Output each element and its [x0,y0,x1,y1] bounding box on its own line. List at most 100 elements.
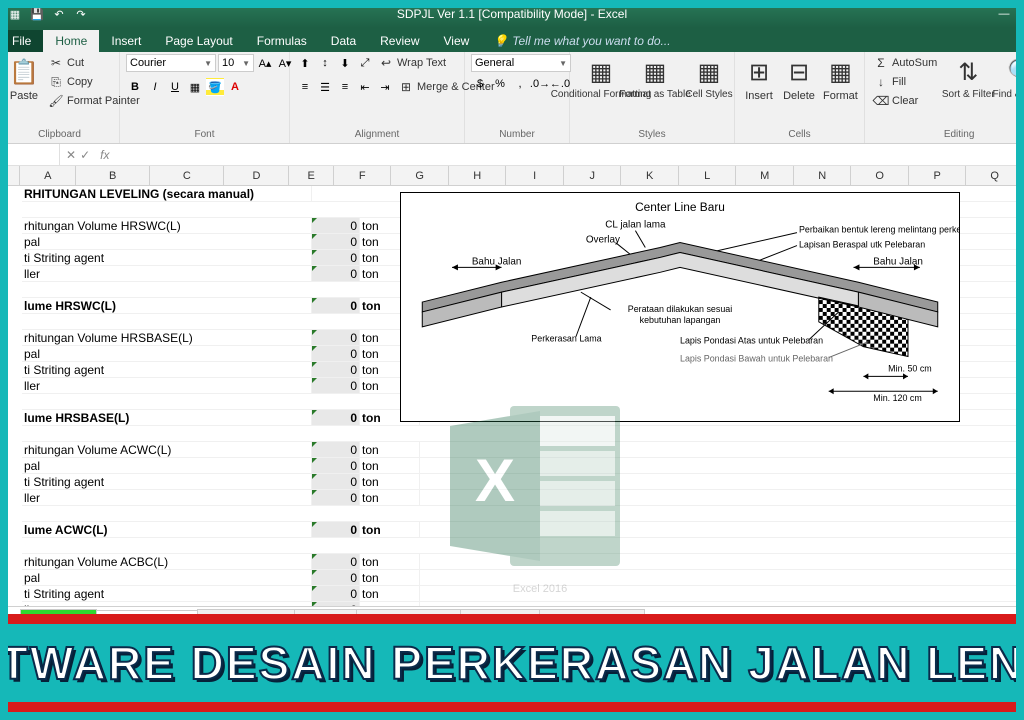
tab-review[interactable]: Review [368,30,431,52]
row-label[interactable]: ller [22,378,312,393]
indent-dec-button[interactable]: ⇤ [356,78,374,96]
percent-button[interactable]: % [491,75,509,93]
row-label[interactable]: ti Striting agent [22,586,312,601]
enter-formula-icon[interactable]: ✓ [80,148,90,162]
column-header[interactable]: K [621,166,679,185]
row-value[interactable]: 0 [312,378,360,393]
row-label[interactable]: RHITUNGAN LEVELING (secara manual) [22,186,312,201]
row-value[interactable]: 0 [312,458,360,473]
comma-button[interactable]: , [511,75,529,93]
column-header[interactable]: D [224,166,289,185]
grow-font-button[interactable]: A▴ [256,54,274,72]
select-all-corner[interactable] [0,166,20,185]
fill-button[interactable]: ↓Fill [871,73,939,91]
row-value[interactable]: 0 [312,570,360,585]
row-label[interactable]: lume HRSWC(L) [22,298,312,313]
format-cells-button[interactable]: ▦Format [821,54,860,104]
find-select-button[interactable]: 🔍Find & Select [997,54,1024,102]
row-unit[interactable]: ton [360,586,420,601]
row-value[interactable]: 0 [312,490,360,505]
fx-icon[interactable]: fx [96,148,113,162]
row-unit[interactable]: ton [360,458,420,473]
italic-button[interactable]: I [146,78,164,96]
font-size-select[interactable]: 10▼ [218,54,254,72]
autosum-button[interactable]: ΣAutoSum [871,54,939,72]
row-label[interactable]: ller [22,602,312,606]
row-value[interactable]: 0 [312,602,360,606]
name-box[interactable] [0,144,60,165]
row-value[interactable]: 0 [312,554,360,569]
column-header[interactable]: P [909,166,967,185]
delete-cells-button[interactable]: ⊟Delete [781,54,817,104]
tab-view[interactable]: View [432,30,482,52]
row-value[interactable]: 0 [312,442,360,457]
align-middle-button[interactable]: ↕ [316,54,334,72]
tab-home[interactable]: Home [43,30,99,52]
column-header[interactable]: Q [966,166,1024,185]
tell-me[interactable]: 💡Tell me what you want to do... [481,30,682,52]
row-label[interactable]: pal [22,234,312,249]
column-header[interactable]: H [449,166,507,185]
border-button[interactable]: ▦ [186,78,204,96]
indent-inc-button[interactable]: ⇥ [376,78,394,96]
row-label[interactable]: ti Striting agent [22,474,312,489]
orientation-button[interactable]: ⤢ [356,54,374,72]
minimize-button[interactable]: — [984,0,1024,28]
align-center-button[interactable]: ☰ [316,78,334,96]
column-header[interactable]: A [20,166,76,185]
column-header[interactable]: M [736,166,794,185]
row-unit[interactable]: ton [360,442,420,457]
row-label[interactable]: lume ACWC(L) [22,522,312,537]
row-label[interactable]: pal [22,570,312,585]
row-label[interactable]: ti Striting agent [22,362,312,377]
row-label[interactable]: ti Striting agent [22,250,312,265]
column-header[interactable]: E [289,166,334,185]
row-unit[interactable]: ton [360,570,420,585]
font-color-button[interactable]: A [226,78,244,96]
redo-icon[interactable]: ↷ [72,5,90,23]
row-label[interactable]: ller [22,490,312,505]
row-value[interactable]: 0 [312,410,360,425]
align-bottom-button[interactable]: ⬇ [336,54,354,72]
align-left-button[interactable]: ≡ [296,78,314,96]
align-top-button[interactable]: ⬆ [296,54,314,72]
format-as-table-button[interactable]: ▦Format as Table [630,54,680,102]
row-value[interactable]: 0 [312,346,360,361]
row-value[interactable]: 0 [312,586,360,601]
column-header[interactable]: J [564,166,622,185]
row-unit[interactable]: ton [360,522,420,537]
row-unit[interactable]: ton [360,490,420,505]
row-value[interactable]: 0 [312,474,360,489]
column-header[interactable]: O [851,166,909,185]
cancel-formula-icon[interactable]: ✕ [66,148,76,162]
row-value[interactable]: 0 [312,250,360,265]
tab-data[interactable]: Data [319,30,368,52]
fill-color-button[interactable]: 🪣 [206,78,224,96]
undo-icon[interactable]: ↶ [50,5,68,23]
row-value[interactable]: 0 [312,218,360,233]
row-value[interactable]: 0 [312,330,360,345]
row-value[interactable]: 0 [312,362,360,377]
row-unit[interactable]: ton [360,554,420,569]
sort-filter-button[interactable]: ⇅Sort & Filter [943,54,993,102]
row-label[interactable]: rhitungan Volume ACBC(L) [22,554,312,569]
row-label[interactable]: rhitungan Volume HRSWC(L) [22,218,312,233]
row-value[interactable]: 0 [312,522,360,537]
tab-page-layout[interactable]: Page Layout [153,30,244,52]
cell-styles-button[interactable]: ▦Cell Styles [684,54,734,102]
clear-button[interactable]: ⌫Clear [871,92,939,110]
spreadsheet-grid[interactable]: RHITUNGAN LEVELING (secara manual) rhitun… [0,186,1024,606]
row-label[interactable]: rhitungan Volume ACWC(L) [22,442,312,457]
wrap-text-button[interactable]: ↩Wrap Text [376,54,448,72]
number-format-select[interactable]: General▼ [471,54,571,72]
insert-cells-button[interactable]: ⊞Insert [741,54,777,104]
tab-insert[interactable]: Insert [99,30,153,52]
tab-formulas[interactable]: Formulas [245,30,319,52]
row-label[interactable]: ller [22,266,312,281]
row-label[interactable]: lume HRSBASE(L) [22,410,312,425]
paste-button[interactable]: 📋Paste [6,54,42,104]
row-value[interactable]: 0 [312,234,360,249]
font-name-select[interactable]: Courier▼ [126,54,216,72]
row-value[interactable]: 0 [312,298,360,313]
column-header[interactable]: G [391,166,449,185]
